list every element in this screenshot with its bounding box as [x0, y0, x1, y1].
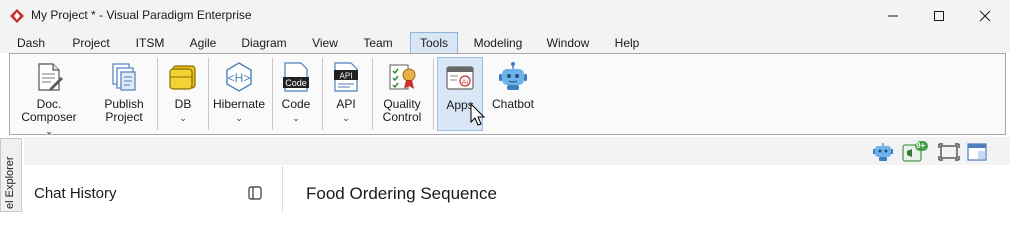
model-explorer-tab[interactable]: el Explorer	[0, 138, 22, 212]
publish-project-button[interactable]: Publish Project	[98, 57, 150, 131]
tab-window[interactable]: Window	[541, 34, 595, 53]
tab-team[interactable]: Team	[357, 34, 399, 53]
tab-help[interactable]: Help	[608, 34, 646, 53]
close-button[interactable]	[962, 0, 1008, 31]
tab-itsm[interactable]: ITSM	[128, 34, 172, 53]
chevron-down-icon: ⌄	[292, 113, 300, 123]
tab-project[interactable]: Project	[65, 34, 117, 53]
svg-text:Code: Code	[285, 78, 307, 88]
toolbar-separator	[208, 58, 209, 130]
layout-icon[interactable]	[966, 142, 988, 162]
toolbar-separator	[433, 58, 434, 130]
chatbot-label: Chatbot	[491, 97, 535, 111]
publish-project-icon	[112, 63, 136, 91]
quality-control-label: Quality Control	[382, 97, 422, 124]
announcement-button[interactable]: 9+	[902, 141, 928, 163]
diagram-toolbar-row	[24, 137, 1010, 165]
code-icon: Code	[283, 62, 309, 92]
close-icon	[979, 10, 991, 21]
api-button[interactable]: API API ⌄	[326, 57, 366, 131]
db-button[interactable]: DB ⌄	[162, 57, 204, 131]
svg-text:API: API	[340, 72, 353, 81]
doc-composer-label: Doc. Composer ⌄	[21, 97, 77, 137]
database-icon	[169, 65, 196, 90]
minimize-icon	[888, 15, 898, 16]
maximize-button[interactable]	[916, 0, 962, 31]
api-icon: API	[334, 62, 358, 92]
apps-icon: AI	[446, 66, 474, 90]
toolbar-separator	[322, 58, 323, 130]
api-label: API	[336, 97, 356, 111]
window-title: My Project * - Visual Paradigm Enterpris…	[31, 8, 252, 22]
tab-view[interactable]: View	[306, 34, 344, 53]
chatbot-button[interactable]: Chatbot	[488, 57, 538, 131]
tab-modeling[interactable]: Modeling	[468, 34, 528, 53]
maximize-icon	[934, 10, 944, 21]
chevron-down-icon: ⌄	[235, 113, 243, 123]
quality-control-icon	[389, 64, 416, 90]
toolbar-separator	[272, 58, 273, 130]
app-logo-icon	[10, 9, 24, 23]
db-label: DB	[174, 97, 192, 111]
hibernate-icon: <H>	[226, 62, 252, 92]
chatbot-icon	[499, 62, 527, 90]
tab-tools[interactable]: Tools	[410, 32, 458, 54]
code-button[interactable]: Code Code ⌄	[276, 57, 316, 131]
toolbar-separator	[157, 58, 158, 130]
menu-bar: Dash Project ITSM Agile Diagram View Tea…	[0, 31, 1010, 54]
tools-ribbon: Doc. Composer ⌄ Publish Project DB ⌄ <H>…	[9, 53, 1006, 136]
hibernate-label: Hibernate	[212, 97, 266, 111]
mouse-cursor-icon	[470, 103, 486, 126]
publish-project-label: Publish Project	[104, 97, 144, 124]
title-bar: My Project * - Visual Paradigm Enterpris…	[0, 0, 1010, 31]
page-title: Food Ordering Sequence	[306, 184, 497, 203]
chevron-down-icon: ⌄	[342, 113, 350, 123]
svg-text:AI: AI	[462, 79, 468, 86]
tab-diagram[interactable]: Diagram	[236, 34, 292, 53]
code-label: Code	[281, 97, 311, 111]
toggle-sidebar-icon[interactable]	[248, 186, 262, 200]
toolbar-separator	[372, 58, 373, 130]
document-composer-icon	[38, 63, 63, 91]
chat-history-title: Chat History	[34, 185, 117, 202]
svg-text:<H>: <H>	[228, 71, 251, 85]
minimize-button[interactable]	[870, 0, 916, 31]
hibernate-button[interactable]: <H> Hibernate ⌄	[210, 57, 268, 131]
quality-control-button[interactable]: Quality Control	[376, 57, 428, 131]
notification-badge: 9+	[916, 141, 926, 150]
model-explorer-label: el Explorer	[4, 156, 16, 209]
tab-dash[interactable]: Dash	[10, 34, 52, 53]
chatbot-icon[interactable]	[872, 142, 894, 162]
doc-composer-button[interactable]: Doc. Composer ⌄	[16, 57, 82, 136]
tab-agile[interactable]: Agile	[183, 34, 223, 53]
chevron-down-icon: ⌄	[179, 113, 187, 123]
fit-screen-icon[interactable]	[938, 142, 960, 162]
